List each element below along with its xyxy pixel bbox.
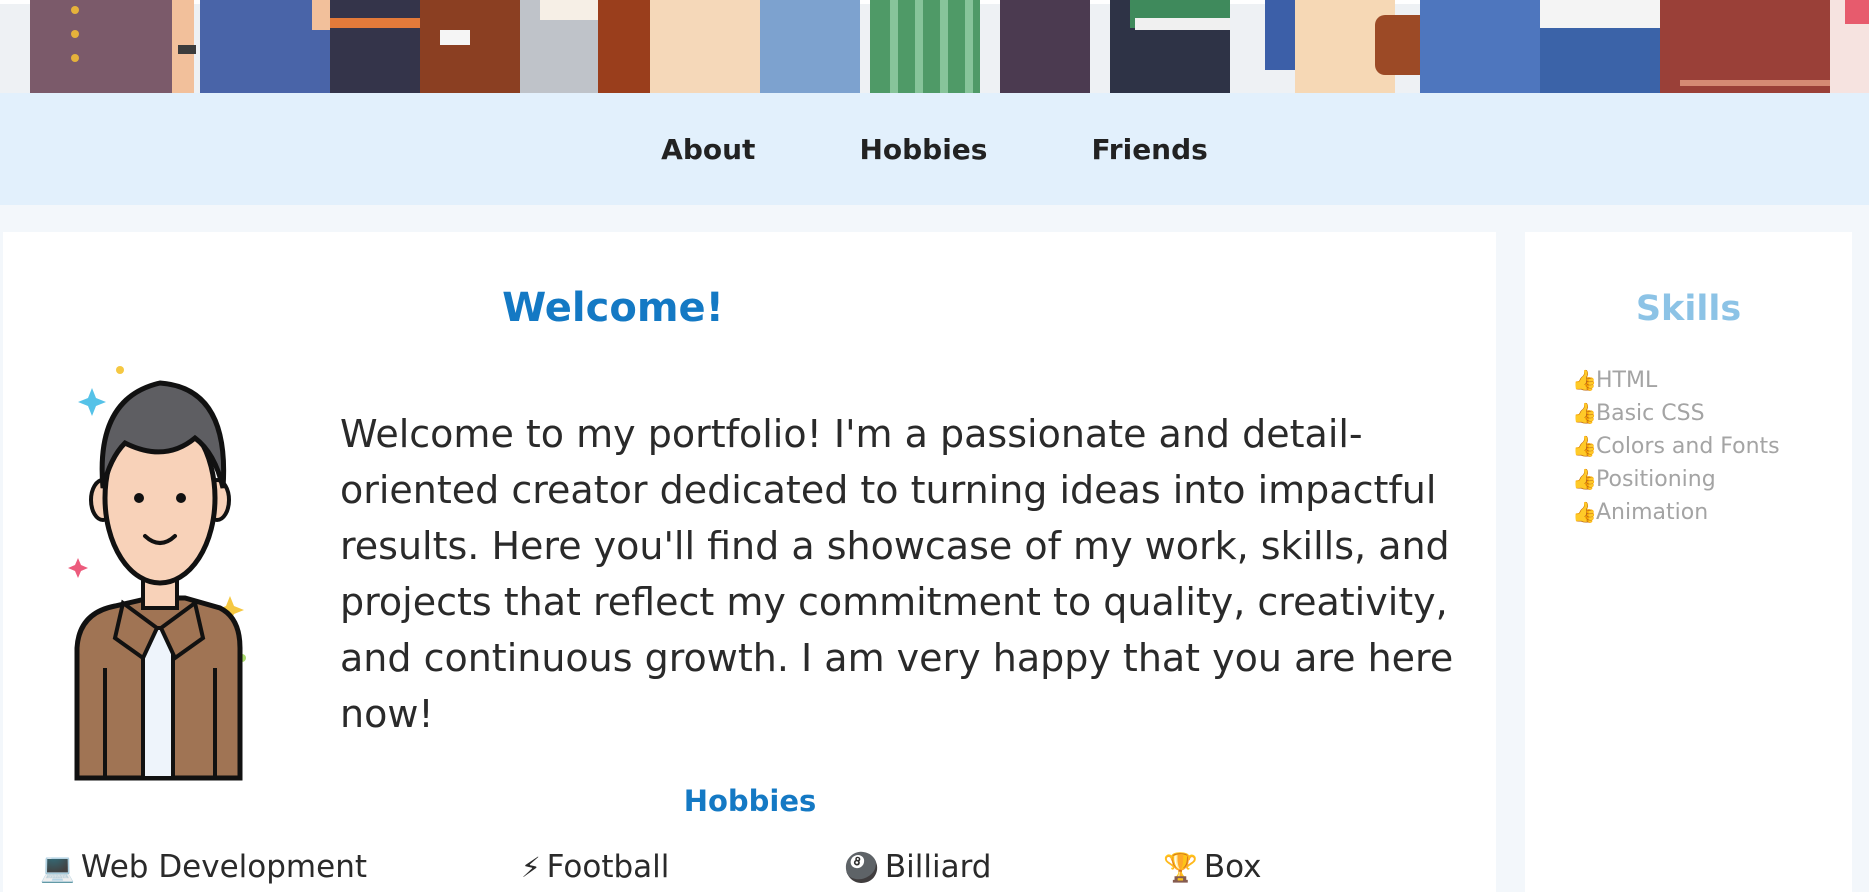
skill-item: 👍 Animation <box>1572 496 1780 529</box>
hobby-item-web-development: 💻 Web Development <box>40 849 367 885</box>
skill-item: 👍 Colors and Fonts <box>1572 430 1780 463</box>
skill-label: Positioning <box>1596 467 1716 492</box>
header-banner-image <box>0 0 1869 93</box>
nav-friends-link[interactable]: Friends <box>1091 133 1207 166</box>
skill-label: HTML <box>1596 368 1658 393</box>
thumbs-up-icon: 👍 <box>1572 401 1597 425</box>
lightning-icon: ⚡ <box>521 850 541 884</box>
skill-item: 👍 HTML <box>1572 364 1780 397</box>
hobby-label: Billiard <box>884 849 992 885</box>
laptop-icon: 💻 <box>40 850 75 884</box>
skills-heading: Skills <box>1635 289 1742 329</box>
thumbs-up-icon: 👍 <box>1572 467 1597 491</box>
skill-item: 👍 Basic CSS <box>1572 397 1780 430</box>
thumbs-up-icon: 👍 <box>1572 434 1597 458</box>
thumbs-up-icon: 👍 <box>1572 500 1597 524</box>
billiard-ball-icon: 🎱 <box>844 850 879 884</box>
thumbs-up-icon: 👍 <box>1572 368 1597 392</box>
nav-hobbies-link[interactable]: Hobbies <box>859 133 987 166</box>
avatar-illustration <box>65 358 255 788</box>
hobby-label: Web Development <box>80 849 368 885</box>
hobbies-heading: Hobbies <box>683 784 817 818</box>
skill-label: Animation <box>1596 500 1709 525</box>
hobby-item-football: ⚡ Football <box>521 849 669 885</box>
nav-about-link[interactable]: About <box>661 133 755 166</box>
hobby-item-billiard: 🎱 Billiard <box>844 849 991 885</box>
top-nav: About Hobbies Friends <box>0 93 1869 205</box>
hobby-label: Box <box>1203 849 1262 885</box>
hobby-item-box: 🏆 Box <box>1163 849 1262 885</box>
intro-paragraph: Welcome to my portfolio! I'm a passionat… <box>340 412 1454 736</box>
skill-label: Colors and Fonts <box>1596 434 1780 459</box>
hobby-label: Football <box>546 849 670 885</box>
skills-sidebar-card <box>1525 232 1852 892</box>
trophy-icon: 🏆 <box>1163 850 1198 884</box>
skill-item: 👍 Positioning <box>1572 463 1780 496</box>
skill-label: Basic CSS <box>1596 401 1705 426</box>
welcome-heading: Welcome! <box>502 285 724 331</box>
skills-list: 👍 HTML 👍 Basic CSS 👍 Colors and Fonts 👍 Posi… <box>1572 364 1780 529</box>
